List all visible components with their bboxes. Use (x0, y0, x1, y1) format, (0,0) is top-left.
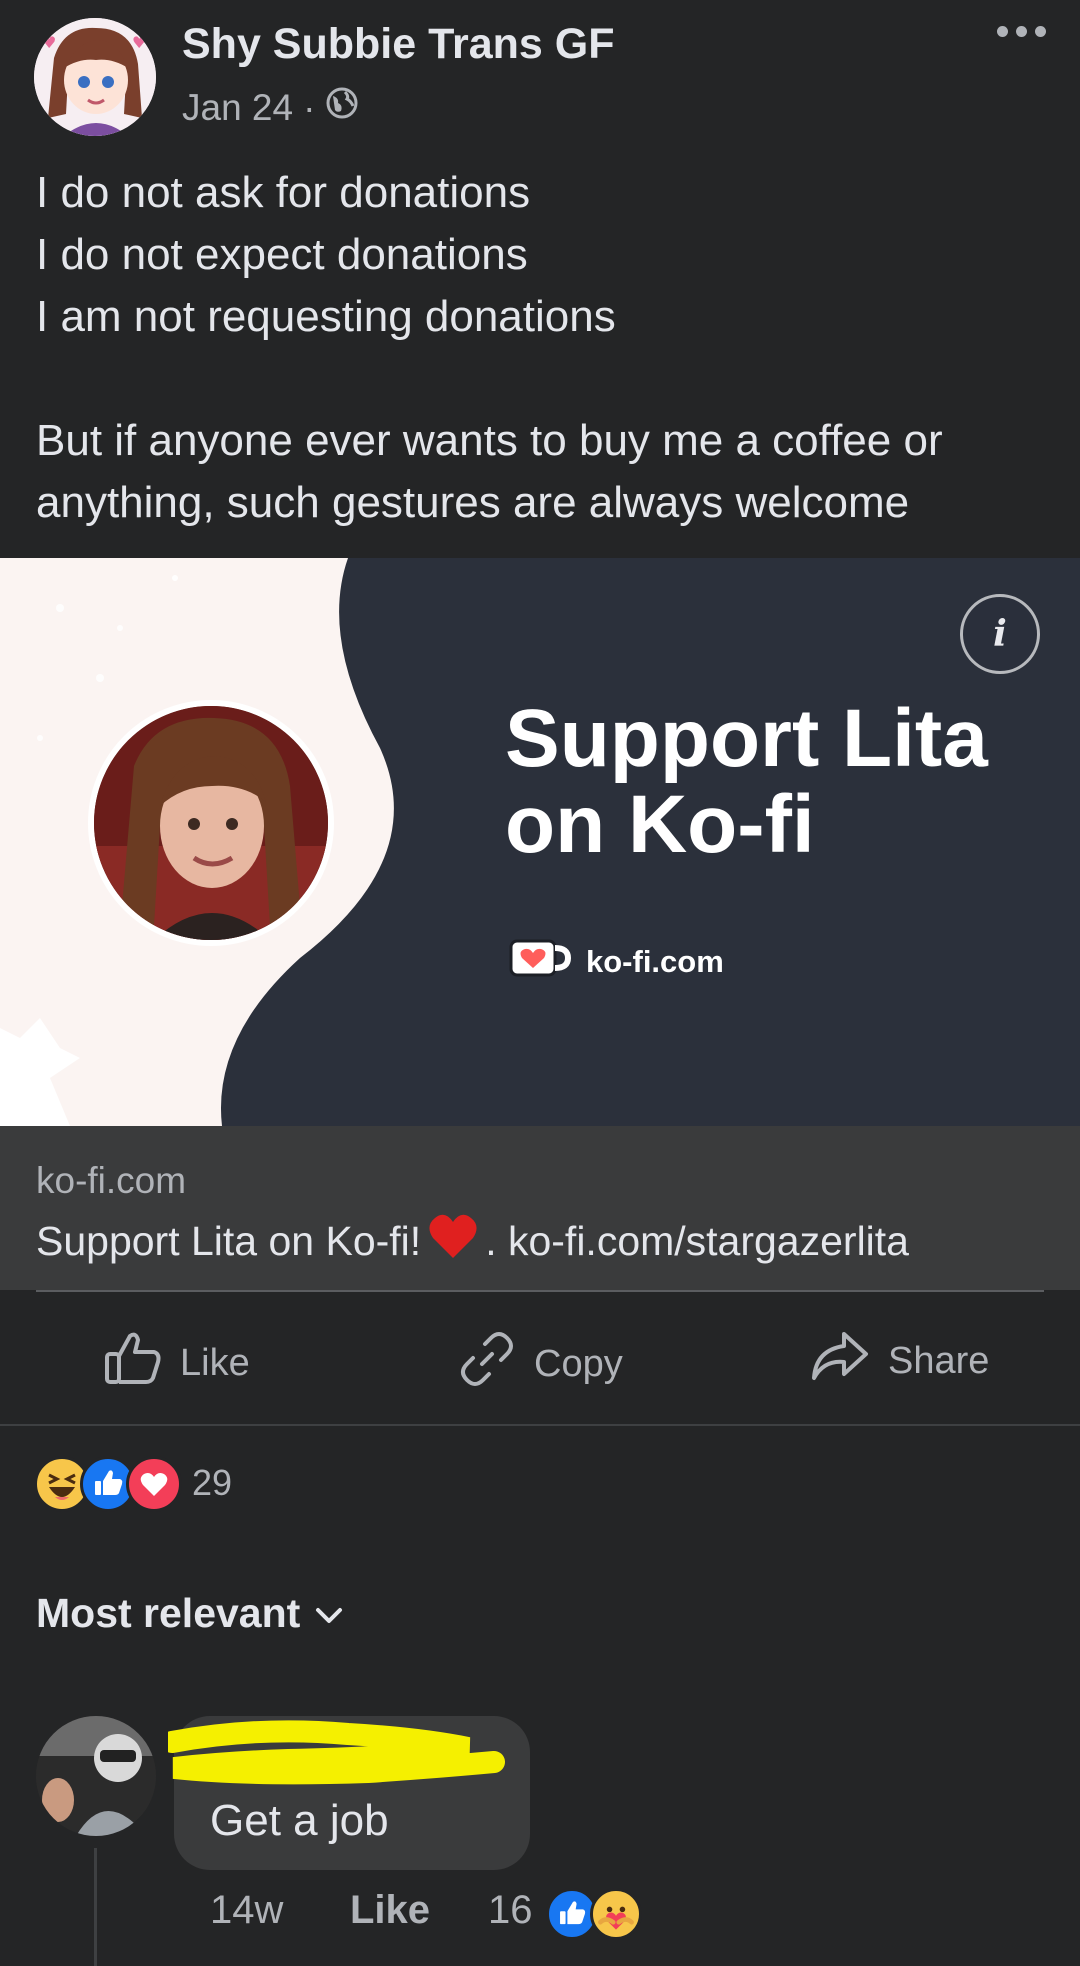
banner-title-line1: Support Lita (505, 693, 988, 784)
like-label: Like (180, 1341, 250, 1384)
love-reaction-icon (126, 1456, 182, 1512)
link-title-part2: . ko-fi.com/stargazerlita (485, 1217, 909, 1264)
post-date[interactable]: Jan 24 (182, 87, 293, 129)
link-icon (458, 1330, 516, 1398)
heart-icon (427, 1212, 479, 1270)
more-options-icon[interactable] (997, 26, 1046, 37)
author-avatar[interactable]: ♥ ♥ (34, 18, 156, 136)
like-button[interactable]: Like (104, 1330, 250, 1396)
banner-title: Support Lita on Ko-fi (505, 696, 988, 868)
globe-icon (325, 86, 359, 129)
chevron-down-icon (314, 1590, 344, 1637)
link-domain[interactable]: ko-fi.com (36, 1160, 186, 1202)
comment-reaction-icons[interactable] (546, 1888, 642, 1940)
info-icon[interactable]: i (960, 594, 1040, 674)
meta-separator: · (303, 86, 316, 128)
banner-title-line2: on Ko-fi (505, 779, 815, 870)
sort-label: Most relevant (36, 1590, 301, 1636)
thread-line (94, 1848, 97, 1966)
divider (0, 1424, 1080, 1426)
post-text: I do not ask for donations I do not expe… (36, 168, 943, 527)
copy-label: Copy (534, 1342, 623, 1385)
copy-button[interactable]: Copy (458, 1330, 623, 1398)
comment-reaction-count[interactable]: 16 (488, 1888, 533, 1933)
redacted-name-scribble (161, 1718, 508, 1793)
link-title-part1: Support Lita on Ko-fi! (36, 1217, 422, 1264)
post-meta: Jan 24 · (182, 86, 359, 129)
share-label: Share (888, 1339, 990, 1382)
kofi-brand: ko-fi.com (508, 938, 724, 985)
comment-time[interactable]: 14w (210, 1888, 283, 1933)
link-title[interactable]: Support Lita on Ko-fi! . ko-fi.com/starg… (36, 1212, 909, 1270)
thumbs-up-icon (104, 1330, 162, 1396)
reaction-icons[interactable] (34, 1456, 182, 1512)
comment-like-button[interactable]: Like (350, 1888, 430, 1933)
kofi-cup-icon (508, 938, 572, 985)
care-reaction-icon (590, 1888, 642, 1940)
comment-sort-dropdown[interactable]: Most relevant (36, 1590, 344, 1637)
author-name[interactable]: Shy Subbie Trans GF (182, 20, 614, 69)
share-button[interactable]: Share (810, 1330, 989, 1392)
divider (36, 1290, 1044, 1292)
reaction-count[interactable]: 29 (192, 1462, 232, 1504)
comment-text: Get a job (210, 1796, 389, 1845)
share-arrow-icon (810, 1330, 870, 1392)
commenter-avatar[interactable] (36, 1716, 156, 1836)
kofi-profile-photo (88, 700, 334, 946)
kofi-brand-text: ko-fi.com (586, 943, 724, 979)
